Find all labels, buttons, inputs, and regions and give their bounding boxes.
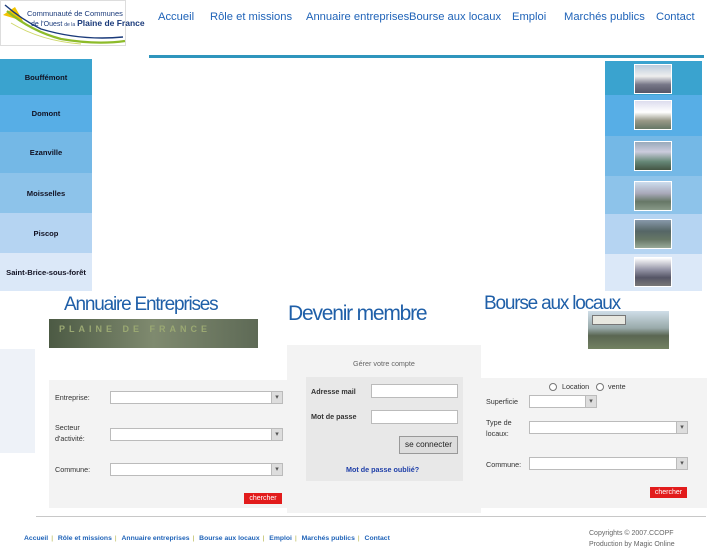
label-password: Mot de passe [311,412,357,421]
nav-emploi[interactable]: Emploi [512,11,546,23]
decorative-panel [0,349,35,453]
chevron-down-icon: ▾ [271,392,282,403]
annuaire-title: Annuaire Entreprises [64,294,219,315]
footer-nav: Accueil | Rôle et missions | Annuaire entr… [24,535,390,542]
footer-link-emploi[interactable]: Emploi [269,535,292,542]
footer-separator: | [294,535,297,542]
nav-annuaire[interactable]: Annuaire entreprises [306,11,409,23]
locaux-header[interactable]: Bourse aux locaux [481,293,669,349]
footer-separator: | [51,535,53,542]
label-secteur-2: d'activité: [55,434,85,443]
label-commune: Commune: [486,460,522,469]
logo-line1: Communauté de Communes [27,9,123,18]
commune-photo-row [605,136,702,176]
email-field[interactable] [371,384,458,398]
superficie-select[interactable]: ▾ [529,395,597,408]
locaux-form: Location vente Superficie ▾ Type de loca… [481,378,707,508]
label-type-2: locaux: [486,429,509,438]
label-location: Location [562,382,590,391]
commune-select[interactable]: ▾ [110,463,283,476]
label-commune: Commune: [55,465,91,474]
footer-separator: | [357,535,360,542]
commune-photo-row [605,176,702,214]
radio-vente[interactable] [596,383,604,391]
commune-bouffemont[interactable]: Bouffémont [0,59,92,95]
locaux-photo [588,311,669,349]
site-logo[interactable]: Communauté de Communes de l'Ouest de la … [0,0,145,46]
footer-separator: | [262,535,265,542]
nav-marches[interactable]: Marchés publics [564,11,645,23]
commune-piscop[interactable]: Piscop [0,213,92,253]
footer-link-accueil[interactable]: Accueil [24,535,48,542]
label-vente: vente [608,382,626,391]
chevron-down-icon: ▾ [676,458,687,469]
chevron-down-icon: ▾ [271,429,282,440]
commune-photo-row [605,214,702,254]
label-type-1: Type de [486,418,512,427]
nav-role-missions[interactable]: Rôle et missions [210,11,292,23]
commune-photo-row [605,61,702,95]
photo-thumbnail[interactable] [634,141,672,171]
nav-accueil[interactable]: Accueil [158,11,194,23]
label-secteur-1: Secteur [55,423,80,432]
label-email: Adresse mail [311,387,356,396]
membre-block: Devenir membre Gérer votre compte Adress… [287,293,481,513]
photo-thumbnail[interactable] [634,181,672,211]
type-locaux-select[interactable]: ▾ [529,421,688,434]
photo-thumbnail[interactable] [634,219,672,249]
annuaire-search-button[interactable]: chercher [244,493,282,504]
footer-separator: | [114,535,117,542]
footer-link-marches[interactable]: Marchés publics [302,535,355,542]
radio-location[interactable] [549,383,557,391]
entreprise-select[interactable]: ▾ [110,391,283,404]
label-entreprise: Entreprise: [55,393,90,402]
footer-link-annuaire[interactable]: Annuaire entreprises [122,535,190,542]
annuaire-banner: PLAINE DE FRANCE [49,319,258,348]
login-form: Adresse mail Mot de passe se connecter M… [306,377,463,481]
annuaire-banner-text: PLAINE DE FRANCE [59,324,212,334]
sign-graphic [592,315,626,325]
nav-contact[interactable]: Contact [656,11,695,23]
login-button[interactable]: se connecter [399,436,458,454]
photo-thumbnail[interactable] [634,100,672,130]
password-field[interactable] [371,410,458,424]
logo-line2: de l'Ouest de la Plaine de France [31,18,145,28]
footer-link-bourse[interactable]: Bourse aux locaux [199,535,259,542]
membre-header[interactable]: Devenir membre [287,293,481,345]
commune-moisselles[interactable]: Moisselles [0,173,92,213]
main-nav: Accueil Rôle et missions Annuaire entrep… [149,0,704,58]
membre-caption: Gérer votre compte [353,359,415,368]
locaux-commune-select[interactable]: ▾ [529,457,688,470]
footer-separator: | [192,535,195,542]
annuaire-header[interactable]: Annuaire Entreprises PLAINE DE FRANCE [49,293,259,349]
locaux-search-button[interactable]: chercher [650,487,687,498]
chevron-down-icon: ▾ [271,464,282,475]
annuaire-form: Entreprise: ▾ Secteur d'activité: ▾ Comm… [49,380,287,508]
copyright-text: Copyrights © 2007.CCOPF [589,530,674,537]
forgot-password-link[interactable]: Mot de passe oublié? [346,465,419,475]
commune-photo-row [605,254,702,291]
chevron-down-icon: ▾ [676,422,687,433]
chevron-down-icon: ▾ [585,396,596,407]
footer-link-role[interactable]: Rôle et missions [58,535,112,542]
footer-link-contact[interactable]: Contact [365,535,390,542]
label-superficie: Superficie [486,397,518,406]
commune-ezanville[interactable]: Ezanville [0,132,92,173]
photo-thumbnail[interactable] [634,64,672,94]
commune-saint-brice[interactable]: Saint-Brice-sous-forêt [0,253,92,291]
secteur-select[interactable]: ▾ [110,428,283,441]
photo-thumbnail[interactable] [634,257,672,287]
footer-divider [36,516,706,517]
commune-domont[interactable]: Domont [0,95,92,132]
membre-title: Devenir membre [288,302,428,325]
nav-bourse[interactable]: Bourse aux locaux [409,11,501,23]
commune-photo-row [605,95,702,136]
